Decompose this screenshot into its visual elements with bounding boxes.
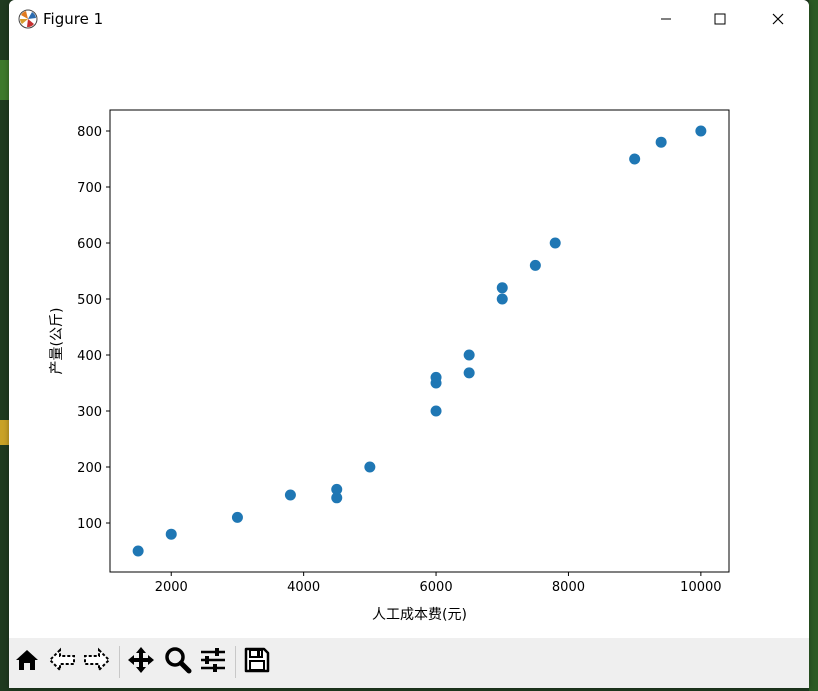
matplotlib-icon: [18, 9, 38, 29]
x-tick-label: 2000: [155, 580, 188, 595]
save-button[interactable]: [241, 646, 273, 678]
x-tick-label: 8000: [552, 580, 585, 595]
y-axis-label: 产量(公斤): [49, 308, 65, 375]
close-button[interactable]: [755, 0, 801, 38]
x-tick-label: 10000: [680, 580, 721, 595]
scatter-point: [496, 282, 508, 294]
scatter-point: [132, 545, 144, 557]
maximize-icon: [714, 13, 726, 25]
maximize-button[interactable]: [697, 0, 743, 38]
axes-frame: [109, 109, 730, 573]
figure-canvas[interactable]: 2000 4000 6000 8000 10000 100 200 300 400 500 600…: [9, 38, 809, 638]
y-tick-label: 100: [77, 517, 102, 532]
background-fragment: [809, 0, 818, 691]
y-tick-label: 500: [77, 293, 102, 308]
scatter-point: [231, 511, 243, 523]
title-bar[interactable]: Figure 1: [9, 0, 809, 38]
x-tick-label: 6000: [420, 580, 453, 595]
scatter-point: [549, 237, 561, 249]
minimize-button[interactable]: [643, 0, 689, 38]
x-tick-label: 4000: [287, 580, 320, 595]
y-tick-label: 800: [77, 125, 102, 140]
y-tick-label: 700: [77, 181, 102, 196]
close-icon: [772, 13, 784, 25]
toolbar-separator: [119, 646, 120, 678]
forward-arrow-icon: [83, 647, 111, 677]
y-tick-label: 600: [77, 237, 102, 252]
toolbar-separator: [235, 646, 236, 678]
scatter-point: [430, 371, 442, 383]
scatter-point: [284, 489, 296, 501]
scatter-point: [496, 293, 508, 305]
background-fragment: [0, 60, 9, 100]
y-tick-label: 300: [77, 405, 102, 420]
back-arrow-icon: [48, 647, 76, 677]
zoom-button[interactable]: [162, 646, 194, 678]
y-tick-label: 400: [77, 349, 102, 364]
y-tick-label: 200: [77, 461, 102, 476]
minimize-icon: [660, 13, 672, 25]
forward-button[interactable]: [81, 646, 113, 678]
scatter-point: [430, 405, 442, 417]
window-title: Figure 1: [43, 10, 104, 28]
zoom-icon: [164, 646, 192, 678]
scatter-point: [165, 528, 177, 540]
move-icon: [127, 646, 155, 678]
configure-subplots-button[interactable]: [197, 646, 229, 678]
back-button[interactable]: [46, 646, 78, 678]
figure-window: Figure 1 2000 4000 6000 8000 10000 100 200 300…: [9, 0, 809, 688]
scatter-point: [463, 349, 475, 361]
scatter-point: [364, 461, 376, 473]
scatter-point: [629, 153, 641, 165]
pan-button[interactable]: [125, 646, 157, 678]
scatter-chart: 2000 4000 6000 8000 10000 100 200 300 400 500 600…: [49, 109, 730, 623]
scatter-point: [529, 259, 541, 271]
background-fragment: [0, 420, 9, 445]
home-button[interactable]: [11, 646, 43, 678]
scatter-point: [463, 367, 475, 379]
home-icon: [14, 647, 40, 677]
scatter-point: [695, 125, 707, 137]
save-icon: [244, 647, 270, 677]
sliders-icon: [199, 646, 227, 678]
navigation-toolbar: [9, 638, 809, 688]
x-axis-label: 人工成本费(元): [372, 607, 467, 623]
scatter-point: [331, 483, 343, 495]
scatter-point: [655, 136, 667, 148]
